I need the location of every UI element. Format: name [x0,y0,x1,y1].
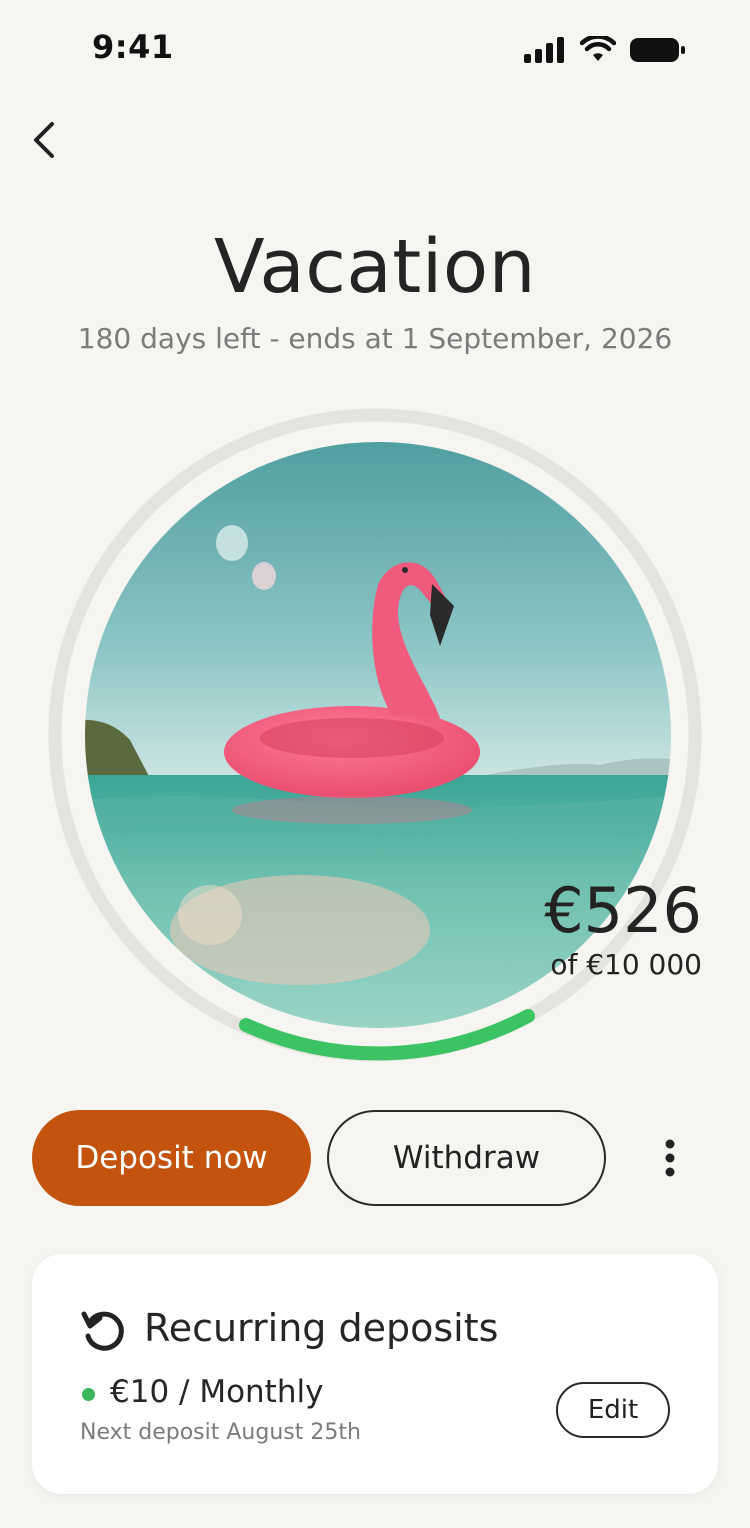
saved-amount: €526 [544,874,702,947]
recurring-deposits-card: Recurring deposits €10 / Monthly Next de… [32,1254,718,1494]
next-deposit-text: Next deposit August 25th [80,1420,361,1445]
goal-detail-screen: 9:41 Vacation 180 days left - ends at 1 … [0,0,750,1528]
more-options-button[interactable] [652,1136,688,1180]
more-vertical-icon [665,1139,675,1177]
recurring-title: Recurring deposits [144,1306,499,1350]
recurring-icon [81,1311,124,1351]
target-amount: of €10 000 [550,948,702,981]
withdraw-button[interactable]: Withdraw [327,1110,606,1206]
recurring-amount: €10 / Monthly [110,1374,324,1410]
active-status-dot [82,1388,95,1401]
deposit-now-button[interactable]: Deposit now [32,1110,311,1206]
edit-recurring-button[interactable]: Edit [556,1382,670,1438]
